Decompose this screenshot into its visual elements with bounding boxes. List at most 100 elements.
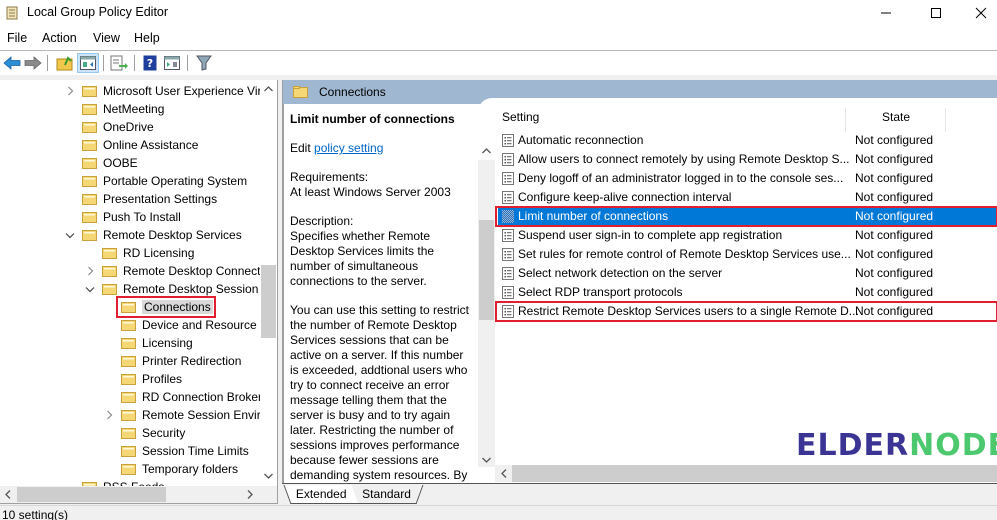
- tree-item-label: Device and Resource Re: [142, 318, 276, 332]
- setting-row[interactable]: Select RDP transport protocols Not config…: [498, 283, 997, 302]
- menu-file[interactable]: File: [7, 31, 27, 45]
- tree-item[interactable]: RD Connection Broker: [103, 388, 262, 406]
- setting-row[interactable]: Deny logoff of an administrator logged i…: [498, 169, 997, 188]
- tree-item[interactable]: Online Assistance: [64, 136, 198, 154]
- setting-row[interactable]: Suspend user sign-in to complete app reg…: [498, 226, 997, 245]
- chevron-down-icon[interactable]: [84, 283, 96, 295]
- policy-setting-icon: [502, 267, 514, 280]
- policy-setting-icon: [502, 305, 514, 318]
- chevron-right-icon[interactable]: [64, 85, 76, 97]
- tree-item[interactable]: OneDrive: [64, 118, 154, 136]
- maximize-button[interactable]: [913, 0, 959, 26]
- folder-icon: [82, 157, 97, 169]
- show-hide-action-pane-button[interactable]: [161, 53, 183, 73]
- setting-row[interactable]: Restrict Remote Desktop Services users t…: [495, 301, 997, 322]
- tree-horizontal-scrollbar[interactable]: [0, 486, 277, 503]
- chevron-right-icon[interactable]: [84, 265, 96, 277]
- setting-name: Automatic reconnection: [518, 133, 644, 147]
- tree-item-label: Remote Desktop Connecti: [123, 264, 264, 278]
- scroll-right-icon[interactable]: [247, 490, 253, 499]
- tree-item[interactable]: Push To Install: [64, 208, 181, 226]
- tree-item[interactable]: NetMeeting: [64, 100, 164, 118]
- tree-item[interactable]: Presentation Settings: [64, 190, 217, 208]
- column-separator[interactable]: [945, 108, 946, 132]
- folder-icon: [82, 121, 97, 133]
- scroll-left-button[interactable]: [495, 465, 512, 482]
- tree-item[interactable]: Microsoft User Experience Virt: [64, 82, 265, 100]
- scroll-up-icon[interactable]: [482, 148, 491, 154]
- chevron-down-icon[interactable]: [64, 229, 76, 241]
- edit-prefix: Edit: [290, 141, 311, 155]
- scroll-down-icon[interactable]: [482, 457, 491, 463]
- menu-view[interactable]: View: [93, 31, 120, 45]
- close-button[interactable]: [958, 0, 997, 26]
- setting-name: Suspend user sign-in to complete app reg…: [518, 228, 783, 242]
- requirements-label: Requirements:: [290, 170, 369, 184]
- toolbar-separator: [187, 55, 188, 71]
- up-one-level-button[interactable]: [54, 53, 76, 73]
- tree-item[interactable]: Session Time Limits: [103, 442, 249, 460]
- folder-icon: [82, 229, 97, 241]
- watermark-text-part1: ELDER: [796, 427, 910, 463]
- tree-item[interactable]: Security: [103, 424, 185, 442]
- setting-row[interactable]: Configure keep-alive connection interval…: [498, 188, 997, 207]
- setting-state: Not configured: [855, 133, 934, 147]
- back-button[interactable]: [1, 53, 23, 73]
- column-separator[interactable]: [845, 108, 846, 132]
- menu-help[interactable]: Help: [134, 31, 160, 45]
- svg-text:?: ?: [147, 57, 153, 70]
- folder-icon: [121, 427, 136, 439]
- up-folder-icon: [56, 56, 73, 71]
- tree-item[interactable]: Device and Resource Re: [103, 316, 275, 334]
- minimize-button[interactable]: [863, 0, 909, 26]
- tree-item[interactable]: Profiles: [103, 370, 182, 388]
- scroll-up-icon[interactable]: [264, 86, 273, 92]
- help-button[interactable]: ?: [139, 53, 161, 73]
- setting-row[interactable]: Limit number of connections Not configure…: [495, 206, 997, 227]
- folder-icon: [102, 283, 117, 295]
- tree-item[interactable]: Remote Desktop Connecti: [84, 262, 263, 280]
- edit-policy-setting-link[interactable]: policy setting: [314, 141, 383, 155]
- description-label: Description:: [290, 214, 354, 228]
- details-header-title: Connections: [319, 85, 386, 99]
- show-hide-console-tree-button[interactable]: [77, 53, 99, 73]
- tab-standard[interactable]: Standard: [350, 485, 424, 504]
- tree-item[interactable]: RD Licensing: [84, 244, 194, 262]
- chevron-right-icon[interactable]: [103, 409, 115, 421]
- tree-item[interactable]: OOBE: [64, 154, 138, 172]
- setting-row[interactable]: Automatic reconnection Not configured: [498, 131, 997, 150]
- filter-button[interactable]: [193, 53, 215, 73]
- scroll-down-icon[interactable]: [264, 473, 273, 479]
- policy-setting-icon: [502, 286, 514, 299]
- tree-item[interactable]: Portable Operating System: [64, 172, 247, 190]
- list-horizontal-scrollbar[interactable]: [495, 465, 997, 482]
- forward-button[interactable]: [22, 53, 44, 73]
- tree-item-label: NetMeeting: [103, 102, 165, 116]
- setting-row[interactable]: Set rules for remote control of Remote D…: [498, 245, 997, 264]
- requirements-value: At least Windows Server 2003: [290, 185, 451, 199]
- folder-icon: [293, 86, 308, 98]
- setting-row[interactable]: Allow users to connect remotely by using…: [498, 150, 997, 169]
- tree-scroll-thumb[interactable]: [261, 265, 276, 338]
- tree-hscroll-thumb[interactable]: [17, 487, 166, 502]
- column-header-setting[interactable]: Setting: [502, 110, 539, 132]
- tree-item[interactable]: Licensing: [103, 334, 193, 352]
- tree-vertical-scrollbar[interactable]: [260, 80, 277, 486]
- scroll-left-icon[interactable]: [5, 490, 11, 499]
- setting-row[interactable]: Select network detection on the server No…: [498, 264, 997, 283]
- tree-item[interactable]: Remote Session Enviror: [103, 406, 271, 424]
- menu-action[interactable]: Action: [42, 31, 77, 45]
- export-list-button[interactable]: [108, 53, 130, 73]
- setting-state: Not configured: [855, 285, 934, 299]
- tree-item[interactable]: Temporary folders: [103, 460, 238, 478]
- tab-extended[interactable]: Extended: [283, 485, 359, 504]
- tree-item[interactable]: Remote Desktop Services: [64, 226, 242, 244]
- column-header-state[interactable]: State: [882, 110, 910, 132]
- tree-item-label: Remote Desktop Services: [103, 228, 242, 242]
- tree-item[interactable]: Connections: [103, 296, 216, 318]
- tree-item-label: Printer Redirection: [142, 354, 242, 368]
- description-vertical-scrollbar[interactable]: [478, 148, 495, 467]
- tree-item[interactable]: Printer Redirection: [103, 352, 241, 370]
- description-scroll-thumb[interactable]: [479, 220, 494, 320]
